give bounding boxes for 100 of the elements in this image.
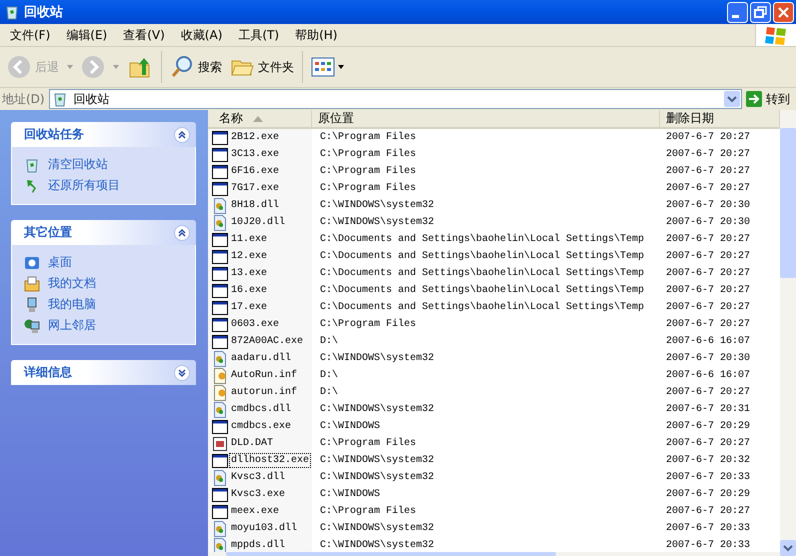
task-link[interactable]: 网上邻居 [48, 317, 96, 334]
dropdown-icon[interactable] [724, 91, 740, 107]
horizontal-scrollbar[interactable] [208, 552, 780, 556]
table-cell-text: C:\Program Files [319, 166, 418, 177]
column-header[interactable]: 名称 [208, 110, 312, 127]
table-cell-text: 2007-6-7 20:31 [665, 404, 752, 415]
pane-title: 回收站任务 [24, 126, 84, 143]
table-cell-text: 2007-6-7 20:27 [665, 132, 752, 143]
table-cell-text: 2007-6-7 20:27 [665, 438, 752, 449]
table-cell-text: C:\Documents and Settings\baohelin\Local Settings\Temp [319, 268, 646, 279]
table-cell-text: C:\WINDOWS\system32 [319, 455, 436, 466]
table-cell-text: 2007-6-7 20:27 [665, 302, 752, 313]
task-link[interactable]: 清空回收站 [48, 156, 108, 173]
address-label: 地址(D) [2, 90, 45, 108]
table-cell-text: 2007-6-7 20:27 [665, 183, 752, 194]
table-cell-text: D:\ [319, 336, 340, 347]
folder-icon [24, 276, 40, 292]
collapse-icon[interactable] [174, 126, 190, 142]
table-cell-text: C:\WINDOWS\system32 [319, 472, 436, 483]
table-cell-text: 2007-6-6 16:07 [665, 370, 752, 381]
address-field[interactable]: 回收站 [48, 89, 742, 109]
table-cell-text: 2007-6-7 20:29 [665, 489, 752, 500]
menu-item[interactable]: 收藏(A) [172, 26, 230, 44]
table-cell-text: C:\Program Files [319, 132, 418, 143]
table-cell-text: 2007-6-7 20:27 [665, 149, 752, 160]
caret-icon [113, 65, 119, 69]
window-title: 回收站 [24, 4, 64, 21]
menu-item[interactable]: 工具(T) [230, 26, 288, 44]
recycle-bin-icon [52, 91, 68, 107]
table-cell-text: 2007-6-7 20:30 [665, 353, 752, 364]
caret-icon [67, 65, 73, 69]
table-cell-text: 2007-6-6 16:07 [665, 336, 752, 347]
table-cell-text: C:\Documents and Settings\baohelin\Local Settings\Temp [319, 234, 646, 245]
recycle-bin-icon [4, 4, 20, 20]
pane-title: 其它位置 [24, 224, 72, 241]
table-cell-text: 2007-6-7 20:30 [665, 200, 752, 211]
collapse-icon[interactable] [174, 224, 190, 240]
pane-title: 详细信息 [24, 364, 72, 381]
table-cell-text: 2007-6-7 20:33 [665, 472, 752, 483]
menu-item[interactable]: 帮助(H) [287, 26, 346, 44]
table-cell-text: 2007-6-7 20:27 [665, 166, 752, 177]
table-cell-text: C:\WINDOWS\system32 [319, 540, 436, 551]
sort-icon [253, 116, 263, 122]
task-link[interactable]: 桌面 [48, 254, 72, 271]
menu-item[interactable]: 查看(V) [115, 26, 173, 44]
table-cell-text: C:\WINDOWS\system32 [319, 217, 436, 228]
table-cell-text: C:\Documents and Settings\baohelin\Local Settings\Temp [319, 302, 646, 313]
recycle-bin-icon [24, 156, 40, 172]
table-cell-text: C:\WINDOWS\system32 [319, 404, 436, 415]
pane-header[interactable]: 回收站任务 [11, 122, 196, 147]
file-name[interactable]: dllhost32.exe [229, 453, 312, 468]
table-cell-text: 2007-6-7 20:27 [665, 268, 752, 279]
table-cell-text: C:\Documents and Settings\baohelin\Local Settings\Temp [319, 285, 646, 296]
table-cell-text: 2007-6-7 20:27 [665, 506, 752, 517]
table-cell-text: C:\Program Files [319, 506, 418, 517]
table-cell-text: 2007-6-7 20:27 [665, 285, 752, 296]
folders-button[interactable]: 文件夹 [227, 53, 297, 81]
desktop-icon [24, 254, 40, 270]
table-cell-text: C:\Documents and Settings\baohelin\Local Settings\Temp [319, 251, 646, 262]
go-button[interactable]: 转到 [744, 90, 794, 108]
search-icon [170, 55, 194, 79]
search-button[interactable]: 搜索 [167, 53, 225, 81]
task-link[interactable]: 还原所有项目 [48, 177, 120, 194]
pane-header[interactable]: 详细信息 [11, 360, 196, 385]
grid-icon [311, 55, 335, 79]
scroll-down-icon[interactable] [780, 540, 796, 556]
table-cell-text: 2007-6-7 20:33 [665, 523, 752, 534]
collapse-icon[interactable] [174, 364, 190, 380]
table-cell-text: D:\ [319, 387, 340, 398]
table-cell-text: 2007-6-7 20:27 [665, 319, 752, 330]
table-cell-text: C:\Program Files [319, 438, 418, 449]
restore-button[interactable] [750, 2, 771, 22]
vertical-scrollbar[interactable] [780, 110, 796, 556]
table-cell-text: 2007-6-7 20:33 [665, 540, 752, 551]
table-cell-text: 2007-6-7 20:29 [665, 421, 752, 432]
arrow-icon [746, 91, 762, 107]
table-cell-text: C:\WINDOWS [319, 489, 382, 500]
table-cell-text: 2007-6-7 20:32 [665, 455, 752, 466]
table-cell-text: C:\Program Files [319, 183, 418, 194]
table-cell-text: C:\WINDOWS\system32 [319, 523, 436, 534]
network-icon [24, 318, 40, 334]
minimize-button[interactable] [727, 2, 748, 22]
task-link[interactable]: 我的文档 [48, 275, 96, 292]
column-header[interactable]: 原位置 [312, 110, 660, 127]
pane-header[interactable]: 其它位置 [11, 220, 196, 245]
table-cell-text: C:\WINDOWS\system32 [319, 200, 436, 211]
table-cell-text: 2007-6-7 20:27 [665, 234, 752, 245]
caret-icon [338, 65, 344, 69]
menu-item[interactable]: 编辑(E) [58, 26, 116, 44]
table-cell-text: C:\WINDOWS\system32 [319, 353, 436, 364]
table-cell-text: 2007-6-7 20:30 [665, 217, 752, 228]
task-link[interactable]: 我的电脑 [48, 296, 96, 313]
table-cell-text: D:\ [319, 370, 340, 381]
table-cell-text: 2007-6-7 20:27 [665, 251, 752, 262]
menu-item[interactable]: 文件(F) [2, 26, 58, 44]
flag-icon [764, 25, 788, 45]
table-cell-text: C:\Program Files [319, 149, 418, 160]
table-cell-text: 2007-6-7 20:27 [665, 387, 752, 398]
close-button[interactable] [773, 2, 794, 22]
table-cell-text: C:\Program Files [319, 319, 418, 330]
